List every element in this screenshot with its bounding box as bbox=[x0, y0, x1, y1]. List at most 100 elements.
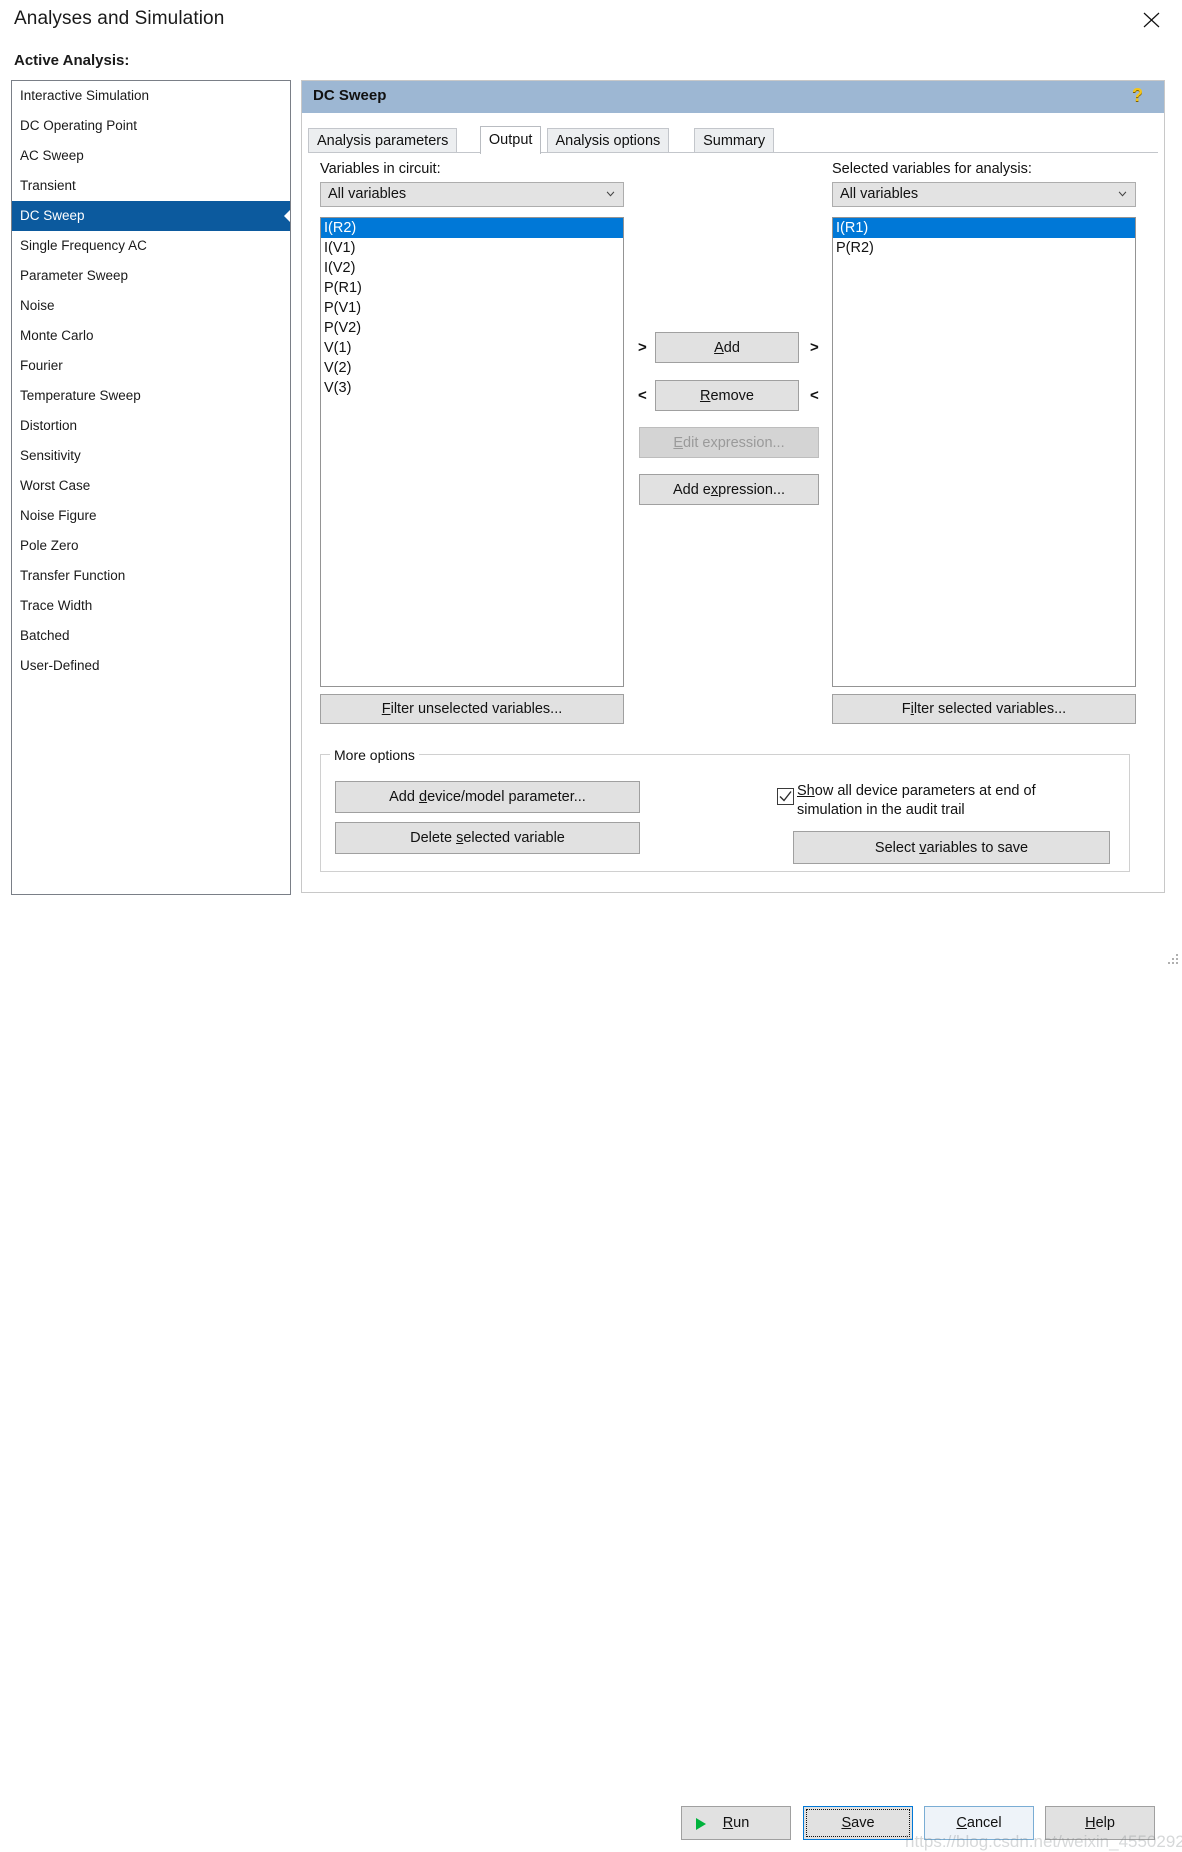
add-expression-label: pression... bbox=[718, 481, 786, 498]
remove-arrow-right-indicator[interactable]: < bbox=[810, 387, 819, 404]
list-item[interactable]: P(R1) bbox=[321, 278, 623, 298]
show-all-device-parameters-label: Show all device parameters at end of sim… bbox=[797, 783, 1036, 818]
add-device-model-parameter-button[interactable]: Add device/model parameter... bbox=[335, 781, 640, 813]
sidebar-item-label: Fourier bbox=[20, 358, 63, 373]
sidebar-item-fourier[interactable]: Fourier bbox=[12, 351, 290, 381]
chevron-down-icon bbox=[606, 191, 615, 197]
sidebar-item-label: Trace Width bbox=[20, 598, 93, 613]
sidebar-item-parameter-sweep[interactable]: Parameter Sweep bbox=[12, 261, 290, 291]
sidebar-item-label: Noise Figure bbox=[20, 508, 97, 523]
active-analysis-label: Active Analysis: bbox=[14, 52, 130, 69]
remove-button[interactable]: Remove bbox=[655, 380, 799, 411]
select-variables-to-save-label: ariables to save bbox=[926, 839, 1029, 856]
selected-variables-listbox[interactable]: I(R1) P(R2) bbox=[832, 217, 1136, 687]
sidebar-item-label: Temperature Sweep bbox=[20, 388, 141, 403]
sidebar-item-label: Single Frequency AC bbox=[20, 238, 147, 253]
checkmark-icon bbox=[779, 791, 792, 802]
title-bar: Analyses and Simulation bbox=[0, 0, 1182, 41]
sidebar-item-label: Interactive Simulation bbox=[20, 88, 150, 103]
sidebar-item-label: Worst Case bbox=[20, 478, 91, 493]
variables-in-circuit-filter-select[interactable]: All variables bbox=[320, 182, 624, 207]
sidebar-item-label: Transient bbox=[20, 178, 76, 193]
sidebar-item-label: Noise bbox=[20, 298, 55, 313]
show-all-device-parameters-checkbox[interactable] bbox=[777, 788, 794, 805]
list-item[interactable]: V(1) bbox=[321, 338, 623, 358]
tab-analysis-options[interactable]: Analysis options bbox=[546, 128, 670, 152]
sidebar-item-interactive-simulation[interactable]: Interactive Simulation bbox=[12, 81, 290, 111]
selected-variables-filter-value: All variables bbox=[840, 186, 919, 202]
selected-variables-filter-select[interactable]: All variables bbox=[832, 182, 1136, 207]
variables-in-circuit-label: Variables in circuit: bbox=[320, 161, 441, 177]
list-item[interactable]: I(V2) bbox=[321, 258, 623, 278]
sidebar-item-worst-case[interactable]: Worst Case bbox=[12, 471, 290, 501]
sidebar-item-sensitivity[interactable]: Sensitivity bbox=[12, 441, 290, 471]
help-button-label: elp bbox=[1095, 1815, 1115, 1831]
play-triangle-icon bbox=[696, 1818, 706, 1830]
cancel-button[interactable]: Cancel bbox=[924, 1806, 1034, 1840]
sidebar-item-noise[interactable]: Noise bbox=[12, 291, 290, 321]
sidebar-item-trace-width[interactable]: Trace Width bbox=[12, 591, 290, 621]
list-item[interactable]: V(2) bbox=[321, 358, 623, 378]
save-button[interactable]: Save bbox=[803, 1806, 913, 1840]
sidebar-item-pole-zero[interactable]: Pole Zero bbox=[12, 531, 290, 561]
list-item[interactable]: I(V1) bbox=[321, 238, 623, 258]
list-item[interactable]: P(R2) bbox=[833, 238, 1135, 258]
sidebar-item-ac-sweep[interactable]: AC Sweep bbox=[12, 141, 290, 171]
sidebar-item-batched[interactable]: Batched bbox=[12, 621, 290, 651]
analysis-list[interactable]: Interactive Simulation DC Operating Point… bbox=[11, 80, 291, 895]
resize-grip[interactable] bbox=[1166, 954, 1179, 967]
sidebar-item-noise-figure[interactable]: Noise Figure bbox=[12, 501, 290, 531]
sidebar-item-label: User-Defined bbox=[20, 658, 100, 673]
tab-summary[interactable]: Summary bbox=[694, 128, 775, 152]
help-button[interactable]: Help bbox=[1045, 1806, 1155, 1840]
tab-analysis-parameters[interactable]: Analysis parameters bbox=[308, 128, 458, 152]
select-variables-to-save-button[interactable]: Select variables to save bbox=[793, 831, 1110, 864]
sidebar-item-label: Distortion bbox=[20, 418, 78, 433]
list-item[interactable]: I(R2) bbox=[321, 218, 623, 238]
remove-button-label: emove bbox=[710, 387, 754, 404]
tab-output[interactable]: Output bbox=[479, 126, 542, 154]
sidebar-item-label: Parameter Sweep bbox=[20, 268, 129, 283]
pane-title: DC Sweep bbox=[313, 87, 387, 104]
sidebar-item-dc-sweep[interactable]: DC Sweep bbox=[12, 201, 290, 231]
list-item[interactable]: V(3) bbox=[321, 378, 623, 398]
list-item[interactable]: P(V1) bbox=[321, 298, 623, 318]
filter-selected-variables-button[interactable]: Filter selected variables... bbox=[832, 694, 1136, 724]
add-button[interactable]: Add bbox=[655, 332, 799, 363]
list-item[interactable]: P(V2) bbox=[321, 318, 623, 338]
sidebar-item-label: Batched bbox=[20, 628, 70, 643]
sidebar-item-temperature-sweep[interactable]: Temperature Sweep bbox=[12, 381, 290, 411]
filter-unselected-variables-button[interactable]: Filter unselected variables... bbox=[320, 694, 624, 724]
sidebar-item-dc-operating-point[interactable]: DC Operating Point bbox=[12, 111, 290, 141]
add-expression-button[interactable]: Add expression... bbox=[639, 474, 819, 505]
sidebar-item-single-frequency-ac[interactable]: Single Frequency AC bbox=[12, 231, 290, 261]
question-mark-icon[interactable]: ? bbox=[1132, 85, 1143, 105]
sidebar-item-transfer-function[interactable]: Transfer Function bbox=[12, 561, 290, 591]
add-arrow-right-indicator[interactable]: > bbox=[810, 339, 819, 356]
tabstrip-underline bbox=[308, 152, 1158, 153]
filter-selected-variables-label: lter selected variables... bbox=[913, 701, 1067, 717]
run-button-label: un bbox=[733, 1815, 750, 1831]
sidebar-item-label: Pole Zero bbox=[20, 538, 79, 553]
selected-variables-label: Selected variables for analysis: bbox=[832, 161, 1032, 177]
sidebar-item-user-defined[interactable]: User-Defined bbox=[12, 651, 290, 681]
remove-arrow-left-indicator[interactable]: < bbox=[638, 387, 647, 404]
pane-header: DC Sweep ? bbox=[302, 81, 1164, 113]
run-button[interactable]: Run bbox=[681, 1806, 791, 1840]
save-button-label: ave bbox=[851, 1815, 875, 1831]
sidebar-item-transient[interactable]: Transient bbox=[12, 171, 290, 201]
delete-selected-variable-button[interactable]: Delete selected variable bbox=[335, 822, 640, 854]
edit-expression-label: dit expression... bbox=[683, 434, 785, 451]
sidebar-item-distortion[interactable]: Distortion bbox=[12, 411, 290, 441]
filter-unselected-variables-label: ilter unselected variables... bbox=[390, 701, 563, 717]
sidebar-item-label: Sensitivity bbox=[20, 448, 81, 463]
close-glyph bbox=[1143, 12, 1160, 28]
variables-in-circuit-listbox[interactable]: I(R2) I(V1) I(V2) P(R1) P(V1) P(V2) V(1) V(2) V(… bbox=[320, 217, 624, 687]
tabstrip[interactable]: Analysis parameters Output Analysis option… bbox=[308, 126, 1158, 154]
variables-in-circuit-label-text: Variables in circuit: bbox=[320, 161, 441, 177]
sidebar-item-monte-carlo[interactable]: Monte Carlo bbox=[12, 321, 290, 351]
close-icon[interactable] bbox=[1130, 2, 1174, 36]
list-item[interactable]: I(R1) bbox=[833, 218, 1135, 238]
add-arrow-left-indicator[interactable]: > bbox=[638, 339, 647, 356]
sidebar-item-label: DC Operating Point bbox=[20, 118, 138, 133]
